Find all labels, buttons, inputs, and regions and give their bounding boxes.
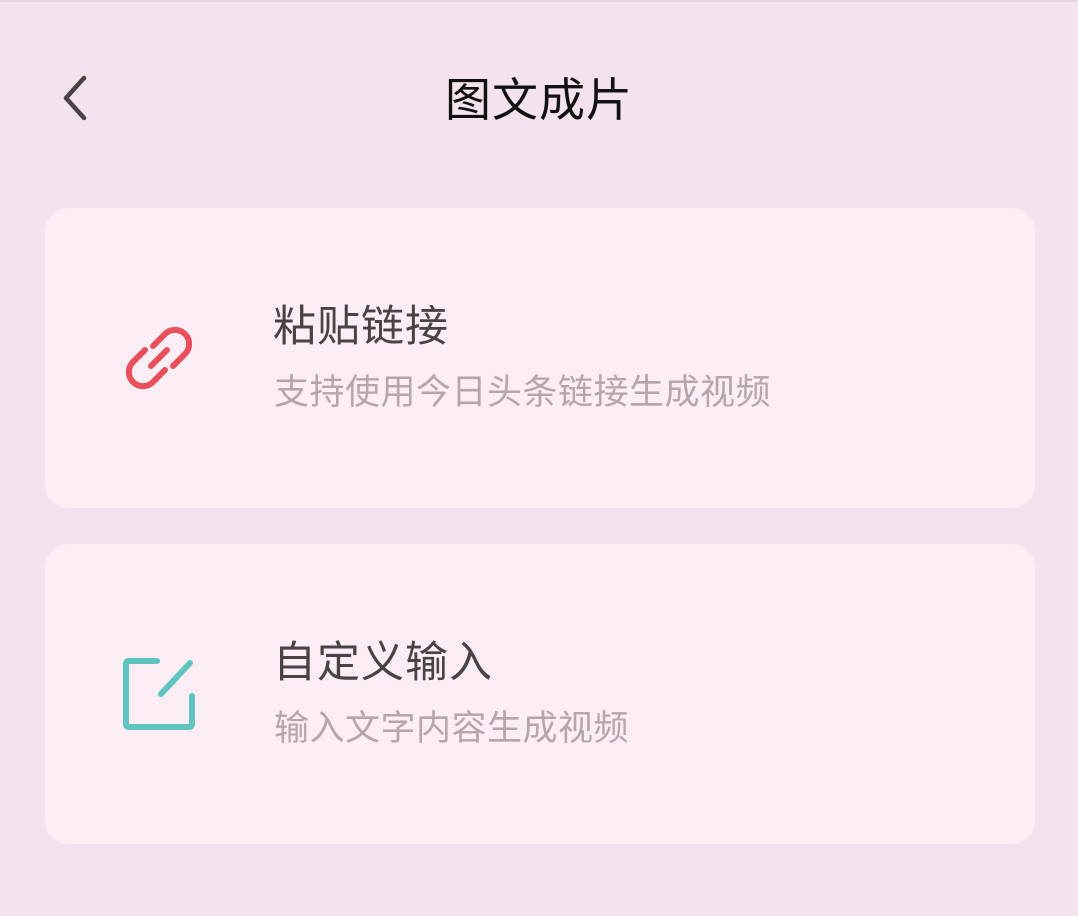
custom-input-option[interactable]: 自定义输入 输入文字内容生成视频 — [45, 544, 1035, 844]
link-icon — [117, 316, 201, 400]
option-description: 支持使用今日头条链接生成视频 — [274, 373, 772, 413]
header: 图文成片 — [0, 0, 1078, 200]
option-title: 粘贴链接 — [273, 302, 449, 352]
paste-link-option[interactable]: 粘贴链接 支持使用今日头条链接生成视频 — [45, 208, 1035, 508]
option-title: 自定义输入 — [273, 638, 493, 688]
option-description: 输入文字内容生成视频 — [274, 709, 630, 749]
edit-icon — [117, 652, 201, 736]
page-title: 图文成片 — [445, 73, 633, 127]
